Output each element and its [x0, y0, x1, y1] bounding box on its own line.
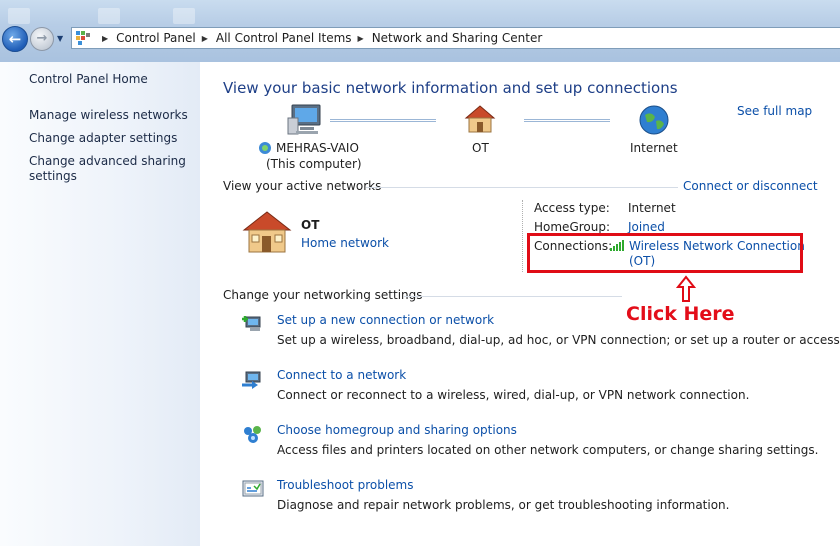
task-link-troubleshoot[interactable]: Troubleshoot problems	[277, 478, 413, 492]
chevron-right-icon[interactable]: ▶	[102, 34, 108, 43]
connect-disconnect-link[interactable]: Connect or disconnect	[683, 179, 818, 193]
sidebar: Control Panel Home Manage wireless netwo…	[0, 62, 200, 546]
homegroup-icon	[244, 426, 261, 443]
home-network-large-icon	[242, 211, 292, 253]
chevron-right-icon[interactable]: ▶	[202, 34, 208, 43]
sidebar-item-advanced-sharing-cont[interactable]: settings	[29, 169, 77, 184]
new-connection-icon	[242, 316, 261, 331]
section-divider	[404, 296, 622, 297]
network-name[interactable]: OT	[472, 141, 489, 155]
chevron-right-icon[interactable]: ▶	[358, 34, 364, 43]
active-network-name: OT	[301, 218, 320, 232]
troubleshoot-icon	[242, 480, 264, 497]
breadcrumb-control-panel[interactable]: Control Panel	[116, 31, 196, 45]
section-divider	[366, 187, 678, 188]
access-type-label: Access type:	[534, 201, 610, 215]
breadcrumb-network-sharing[interactable]: Network and Sharing Center	[372, 31, 543, 45]
window-titlebar: ← → ▼ ▶ Control Panel ▶ All Control Pane…	[0, 0, 840, 62]
internet-label[interactable]: Internet	[630, 141, 678, 155]
homegroup-joined-link[interactable]: Joined	[628, 220, 665, 234]
titlebar-ghost-icon	[173, 8, 195, 24]
home-network-link[interactable]: Home network	[301, 236, 389, 250]
sidebar-item-control-panel-home[interactable]: Control Panel Home	[29, 72, 148, 87]
task-link-homegroup[interactable]: Choose homegroup and sharing options	[277, 423, 517, 437]
computer-name[interactable]: MEHRAS-VAIO	[276, 141, 359, 155]
breadcrumb-all-items[interactable]: All Control Panel Items	[216, 31, 352, 45]
control-panel-icon	[76, 31, 90, 45]
annotation-up-arrow-icon	[675, 275, 697, 302]
task-desc-homegroup: Access files and printers located on oth…	[277, 443, 819, 457]
sidebar-item-adapter-settings[interactable]: Change adapter settings	[29, 131, 177, 146]
annotation-highlight-box	[527, 233, 803, 273]
change-settings-heading: Change your networking settings	[223, 288, 423, 302]
task-link-connect-network[interactable]: Connect to a network	[277, 368, 406, 382]
see-full-map-link[interactable]: See full map	[737, 104, 812, 118]
sidebar-item-manage-wireless[interactable]: Manage wireless networks	[29, 108, 188, 123]
task-desc-connect-network: Connect or reconnect to a wireless, wire…	[277, 388, 750, 402]
annotation-click-here: Click Here	[626, 303, 735, 325]
home-network-icon	[464, 105, 496, 133]
computer-icon	[287, 104, 321, 135]
sidebar-item-advanced-sharing[interactable]: Change advanced sharing	[29, 154, 186, 169]
titlebar-ghost-icon	[98, 8, 120, 24]
map-connection-line	[330, 119, 436, 122]
task-link-new-connection[interactable]: Set up a new connection or network	[277, 313, 494, 327]
recent-pages-dropdown-icon[interactable]: ▼	[57, 34, 63, 43]
section-divider-vertical	[522, 200, 523, 272]
back-button[interactable]: ←	[2, 26, 28, 52]
network-computer-icon	[259, 142, 271, 154]
connect-network-icon	[242, 371, 261, 389]
map-connection-line	[524, 119, 610, 122]
globe-icon	[639, 105, 669, 135]
computer-subtitle: (This computer)	[266, 157, 362, 171]
access-type-value: Internet	[628, 201, 676, 215]
active-networks-heading: View your active networks	[223, 179, 382, 193]
window-icon	[8, 8, 30, 24]
page-title: View your basic network information and …	[223, 79, 678, 97]
task-desc-troubleshoot: Diagnose and repair network problems, or…	[277, 498, 730, 512]
forward-button[interactable]: →	[30, 27, 54, 51]
homegroup-label: HomeGroup:	[534, 220, 611, 234]
address-bar[interactable]: ▶ Control Panel ▶ All Control Panel Item…	[71, 27, 840, 49]
task-desc-new-connection: Set up a wireless, broadband, dial-up, a…	[277, 333, 840, 347]
